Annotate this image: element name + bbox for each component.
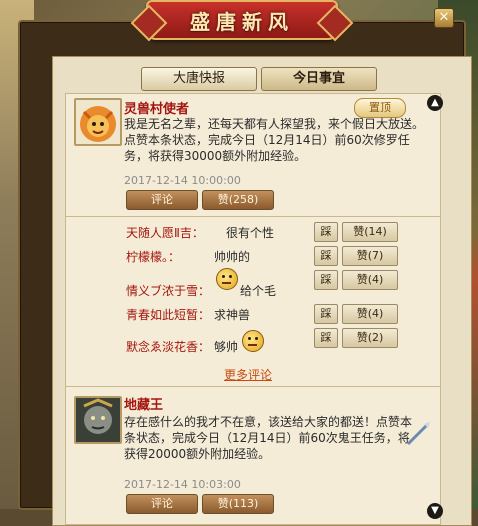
comment-author[interactable]: 柠檬檬。： <box>126 248 180 265</box>
window-body: 大唐快报 今日事宜 灵兽村使者 置顶 我是无名之辈，还每天都有人探望我，来个假日… <box>52 56 472 526</box>
smiley-emoji-icon <box>216 268 238 290</box>
comment-like-button[interactable]: 赞(2) <box>342 328 398 348</box>
pinned-badge: 置顶 <box>354 98 406 118</box>
avatar <box>74 98 122 146</box>
window-title: 盛唐新风 <box>190 10 294 34</box>
post-time: 2017-12-14 10:03:00 <box>124 478 241 491</box>
comment-like-button[interactable]: 赞(4) <box>342 304 398 324</box>
smiley-emoji-icon <box>242 330 264 352</box>
like-button[interactable]: 赞(113) <box>202 494 274 514</box>
comment-author[interactable]: 青春如此短暂： <box>126 306 210 323</box>
divider <box>66 216 440 217</box>
dislike-button[interactable]: 踩 <box>314 270 338 290</box>
comment-row: 默念ゑ淡花香： 够帅 踩 赞(2) <box>66 328 440 358</box>
tab-news[interactable]: 大唐快报 <box>141 67 257 91</box>
post-author[interactable]: 地藏王 <box>124 394 163 413</box>
comment-row: 情义ブ浓于雪： 给个毛 踩 赞(4) <box>66 268 440 300</box>
feed-panel[interactable]: 灵兽村使者 置顶 我是无名之辈，还每天都有人探望我，来个假日大放送。点赞本条状态… <box>65 93 441 525</box>
comment-text: 给个毛 <box>240 284 277 298</box>
dislike-button[interactable]: 踩 <box>314 304 338 324</box>
tab-today[interactable]: 今日事宜 <box>261 67 377 91</box>
dislike-button[interactable]: 踩 <box>314 222 338 242</box>
comment-button[interactable]: 评论 <box>126 494 198 514</box>
avatar <box>74 396 122 444</box>
comment-text: 求神兽 <box>214 308 251 322</box>
close-button[interactable]: ✕ <box>434 8 454 28</box>
scroll-up-icon[interactable]: ▲ <box>427 95 443 111</box>
comment-author[interactable]: 情义ブ浓于雪： <box>126 282 210 299</box>
comment-like-button[interactable]: 赞(14) <box>342 222 398 242</box>
comment-row: 柠檬檬。： 帅帅的 踩 赞(7) <box>66 244 440 268</box>
post-item: 地藏王 存在感什么的我才不在意，该送给大家的都送！点赞本条状态，完成今日（12月… <box>66 390 440 520</box>
post-time: 2017-12-14 10:00:00 <box>124 174 241 187</box>
post-item: 灵兽村使者 置顶 我是无名之辈，还每天都有人探望我，来个假日大放送。点赞本条状态… <box>66 94 440 214</box>
ksitigarbha-avatar-icon <box>76 398 120 442</box>
dislike-button[interactable]: 踩 <box>314 328 338 348</box>
dislike-button[interactable]: 踩 <box>314 246 338 266</box>
like-button[interactable]: 赞(258) <box>202 190 274 210</box>
title-banner: 盛唐新风 <box>130 0 354 42</box>
lion-avatar-icon <box>80 106 116 142</box>
comment-like-button[interactable]: 赞(7) <box>342 246 398 266</box>
comment-author[interactable]: 天随人愿Ⅱ吉： <box>126 224 204 241</box>
post-text: 存在感什么的我才不在意，该送给大家的都送！点赞本条状态，完成今日（12月14日）… <box>124 415 413 461</box>
divider <box>66 386 440 387</box>
comment-row: 天随人愿Ⅱ吉： 很有个性 踩 赞(14) <box>66 220 440 244</box>
comment-button[interactable]: 评论 <box>126 190 198 210</box>
comment-text: 很有个性 <box>226 226 275 240</box>
window-frame: 大唐快报 今日事宜 灵兽村使者 置顶 我是无名之辈，还每天都有人探望我，来个假日… <box>18 20 472 526</box>
comment-row: 青春如此短暂： 求神兽 踩 赞(4) <box>66 302 440 326</box>
comment-text: 帅帅的 <box>214 250 251 264</box>
comment-like-button[interactable]: 赞(4) <box>342 270 398 290</box>
more-comments-link[interactable]: 更多评论 <box>224 366 272 383</box>
scrollbar[interactable]: ▲ ▼ <box>425 93 445 523</box>
post-text: 我是无名之辈，还每天都有人探望我，来个假日大放送。点赞本条状态，完成今日（12月… <box>124 117 425 163</box>
comment-author[interactable]: 默念ゑ淡花香： <box>126 338 210 355</box>
scroll-down-icon[interactable]: ▼ <box>427 503 443 519</box>
post-author[interactable]: 灵兽村使者 <box>124 98 189 117</box>
comment-text: 够帅 <box>214 340 239 354</box>
